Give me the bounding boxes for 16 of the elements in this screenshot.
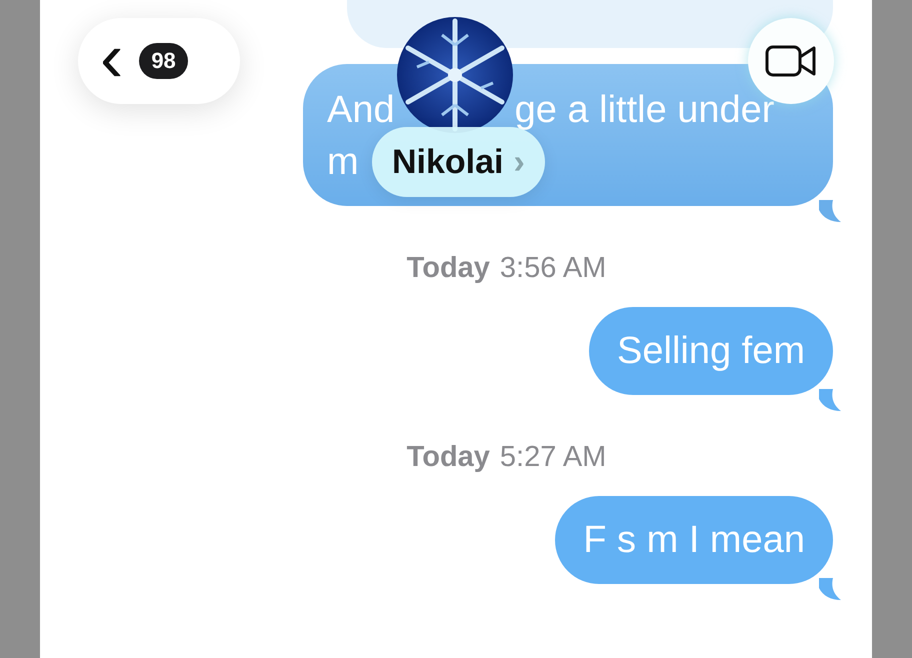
- message-text: F s m I mean: [583, 518, 805, 563]
- timestamp-day: Today: [406, 441, 490, 474]
- unread-count-badge: 98: [139, 43, 188, 79]
- message-text: Selling fem: [617, 329, 805, 374]
- timestamp-time: 5:27 AM: [500, 441, 606, 474]
- timestamp-day: Today: [406, 252, 490, 285]
- contact-name: Nikolai: [392, 142, 504, 182]
- back-button[interactable]: ‹ 98: [78, 18, 240, 104]
- bubble-tail: [819, 389, 841, 411]
- bubble-tail: [819, 200, 841, 222]
- chevron: ›: [513, 142, 525, 182]
- timestamp-time: 3:56 AM: [500, 252, 606, 285]
- back-chevron: ‹: [100, 27, 124, 87]
- bubble-tail: [819, 578, 841, 600]
- video-camera-icon: [765, 44, 817, 78]
- message-text: m: [327, 140, 359, 185]
